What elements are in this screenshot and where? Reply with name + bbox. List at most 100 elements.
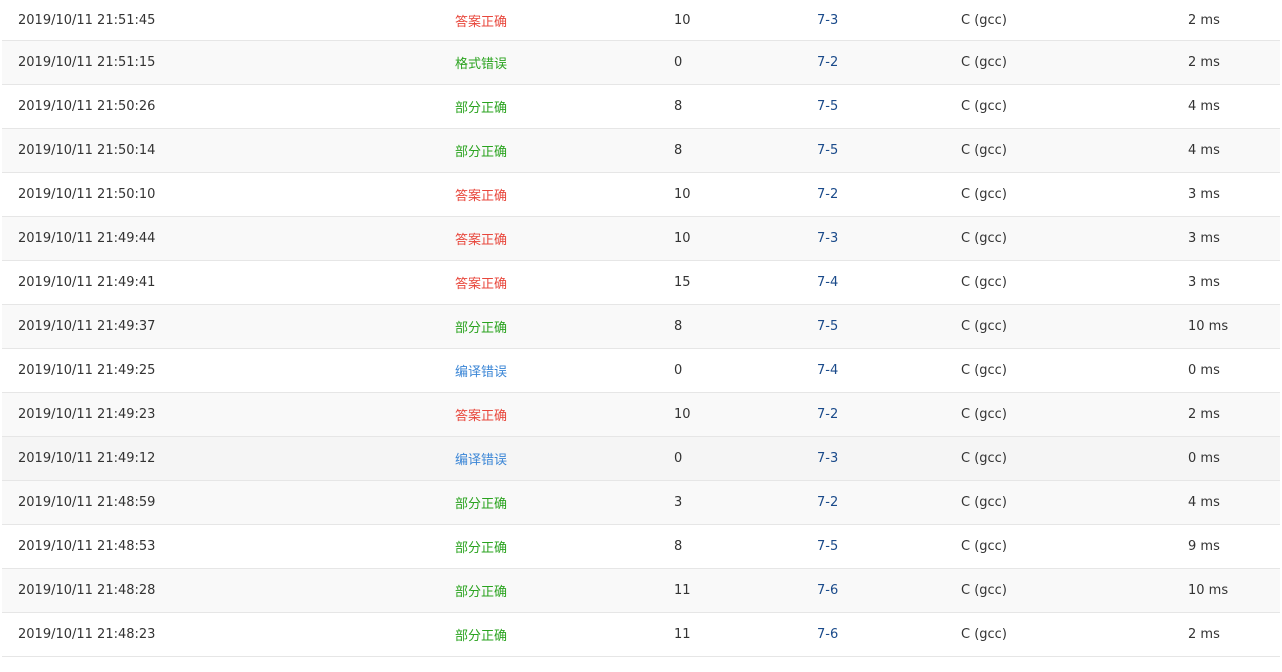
- score-cell: 8: [674, 304, 817, 349]
- table-row[interactable]: 2019/10/11 21:50:14 部分正确 8 7-5 C (gcc) 4…: [2, 128, 1280, 173]
- table-row[interactable]: 2019/10/11 21:49:41 答案正确 15 7-4 C (gcc) …: [2, 260, 1280, 305]
- problem-cell: 7-6: [817, 612, 961, 657]
- problem-cell: 7-2: [817, 480, 961, 525]
- score-cell: 11: [674, 568, 817, 613]
- language-cell: C (gcc): [961, 0, 1188, 41]
- score-cell: 10: [674, 216, 817, 261]
- status-text[interactable]: 答案正确: [455, 189, 507, 204]
- status-text[interactable]: 部分正确: [455, 101, 507, 116]
- language-cell: C (gcc): [961, 260, 1188, 305]
- problem-link[interactable]: 7-6: [817, 627, 838, 642]
- problem-link[interactable]: 7-6: [817, 583, 838, 598]
- problem-link[interactable]: 7-3: [817, 13, 838, 28]
- status-text[interactable]: 部分正确: [455, 585, 507, 600]
- table-row[interactable]: 2019/10/11 21:49:23 答案正确 10 7-2 C (gcc) …: [2, 392, 1280, 437]
- problem-link[interactable]: 7-5: [817, 99, 838, 114]
- problem-link[interactable]: 7-5: [817, 143, 838, 158]
- problem-link[interactable]: 7-3: [817, 231, 838, 246]
- status-cell: 格式错误: [455, 40, 674, 85]
- time-cost-cell: 4 ms: [1188, 480, 1280, 525]
- time-cost-cell: 4 ms: [1188, 128, 1280, 173]
- table-row[interactable]: 2019/10/11 21:50:10 答案正确 10 7-2 C (gcc) …: [2, 172, 1280, 217]
- table-row[interactable]: 2019/10/11 21:49:12 编译错误 0 7-3 C (gcc) 0…: [2, 436, 1280, 481]
- problem-link[interactable]: 7-2: [817, 495, 838, 510]
- problem-cell: 7-2: [817, 172, 961, 217]
- score-cell: 8: [674, 524, 817, 569]
- status-text[interactable]: 答案正确: [455, 409, 507, 424]
- problem-cell: 7-5: [817, 524, 961, 569]
- status-text[interactable]: 答案正确: [455, 277, 507, 292]
- time-cost-cell: 3 ms: [1188, 260, 1280, 305]
- table-row[interactable]: 2019/10/11 21:49:44 答案正确 10 7-3 C (gcc) …: [2, 216, 1280, 261]
- problem-cell: 7-4: [817, 260, 961, 305]
- submit-time: 2019/10/11 21:48:59: [2, 480, 455, 525]
- status-text[interactable]: 答案正确: [455, 233, 507, 248]
- submit-time: 2019/10/11 21:50:14: [2, 128, 455, 173]
- score-cell: 0: [674, 436, 817, 481]
- score-cell: 0: [674, 348, 817, 393]
- score-cell: 10: [674, 172, 817, 217]
- table-row[interactable]: 2019/10/11 21:48:53 部分正确 8 7-5 C (gcc) 9…: [2, 524, 1280, 569]
- status-cell: 编译错误: [455, 348, 674, 393]
- time-cost-cell: 0 ms: [1188, 436, 1280, 481]
- problem-cell: 7-5: [817, 128, 961, 173]
- status-text[interactable]: 编译错误: [455, 453, 507, 468]
- submissions-table: 2019/10/11 21:51:45 答案正确 10 7-3 C (gcc) …: [2, 0, 1280, 657]
- score-cell: 8: [674, 128, 817, 173]
- status-text[interactable]: 答案正确: [455, 15, 507, 30]
- status-cell: 答案正确: [455, 0, 674, 41]
- problem-cell: 7-5: [817, 84, 961, 129]
- status-text[interactable]: 格式错误: [455, 57, 507, 72]
- submit-time: 2019/10/11 21:49:44: [2, 216, 455, 261]
- status-text[interactable]: 部分正确: [455, 321, 507, 336]
- language-cell: C (gcc): [961, 392, 1188, 437]
- language-cell: C (gcc): [961, 568, 1188, 613]
- table-row[interactable]: 2019/10/11 21:48:28 部分正确 11 7-6 C (gcc) …: [2, 568, 1280, 613]
- status-cell: 答案正确: [455, 392, 674, 437]
- submit-time: 2019/10/11 21:49:12: [2, 436, 455, 481]
- table-row[interactable]: 2019/10/11 21:51:45 答案正确 10 7-3 C (gcc) …: [2, 0, 1280, 41]
- problem-cell: 7-6: [817, 568, 961, 613]
- problem-link[interactable]: 7-5: [817, 539, 838, 554]
- language-cell: C (gcc): [961, 172, 1188, 217]
- time-cost-cell: 10 ms: [1188, 304, 1280, 349]
- score-cell: 15: [674, 260, 817, 305]
- submissions-table-body: 2019/10/11 21:51:45 答案正确 10 7-3 C (gcc) …: [2, 0, 1280, 657]
- status-cell: 答案正确: [455, 172, 674, 217]
- submit-time: 2019/10/11 21:49:23: [2, 392, 455, 437]
- score-cell: 10: [674, 0, 817, 41]
- table-row[interactable]: 2019/10/11 21:49:37 部分正确 8 7-5 C (gcc) 1…: [2, 304, 1280, 349]
- time-cost-cell: 3 ms: [1188, 172, 1280, 217]
- problem-link[interactable]: 7-4: [817, 275, 838, 290]
- time-cost-cell: 2 ms: [1188, 0, 1280, 41]
- language-cell: C (gcc): [961, 348, 1188, 393]
- submit-time: 2019/10/11 21:49:37: [2, 304, 455, 349]
- status-text[interactable]: 部分正确: [455, 497, 507, 512]
- table-row[interactable]: 2019/10/11 21:49:25 编译错误 0 7-4 C (gcc) 0…: [2, 348, 1280, 393]
- table-row[interactable]: 2019/10/11 21:50:26 部分正确 8 7-5 C (gcc) 4…: [2, 84, 1280, 129]
- problem-link[interactable]: 7-2: [817, 55, 838, 70]
- problem-cell: 7-5: [817, 304, 961, 349]
- problem-link[interactable]: 7-2: [817, 407, 838, 422]
- problem-link[interactable]: 7-3: [817, 451, 838, 466]
- time-cost-cell: 4 ms: [1188, 84, 1280, 129]
- score-cell: 11: [674, 612, 817, 657]
- language-cell: C (gcc): [961, 304, 1188, 349]
- table-row[interactable]: 2019/10/11 21:51:15 格式错误 0 7-2 C (gcc) 2…: [2, 40, 1280, 85]
- problem-link[interactable]: 7-4: [817, 363, 838, 378]
- status-text[interactable]: 编译错误: [455, 365, 507, 380]
- status-text[interactable]: 部分正确: [455, 629, 507, 644]
- language-cell: C (gcc): [961, 524, 1188, 569]
- status-text[interactable]: 部分正确: [455, 541, 507, 556]
- submit-time: 2019/10/11 21:48:23: [2, 612, 455, 657]
- table-row[interactable]: 2019/10/11 21:48:23 部分正确 11 7-6 C (gcc) …: [2, 612, 1280, 657]
- problem-link[interactable]: 7-2: [817, 187, 838, 202]
- time-cost-cell: 9 ms: [1188, 524, 1280, 569]
- status-cell: 部分正确: [455, 304, 674, 349]
- problem-link[interactable]: 7-5: [817, 319, 838, 334]
- status-text[interactable]: 部分正确: [455, 145, 507, 160]
- table-row[interactable]: 2019/10/11 21:48:59 部分正确 3 7-2 C (gcc) 4…: [2, 480, 1280, 525]
- time-cost-cell: 10 ms: [1188, 568, 1280, 613]
- time-cost-cell: 3 ms: [1188, 216, 1280, 261]
- submit-time: 2019/10/11 21:51:15: [2, 40, 455, 85]
